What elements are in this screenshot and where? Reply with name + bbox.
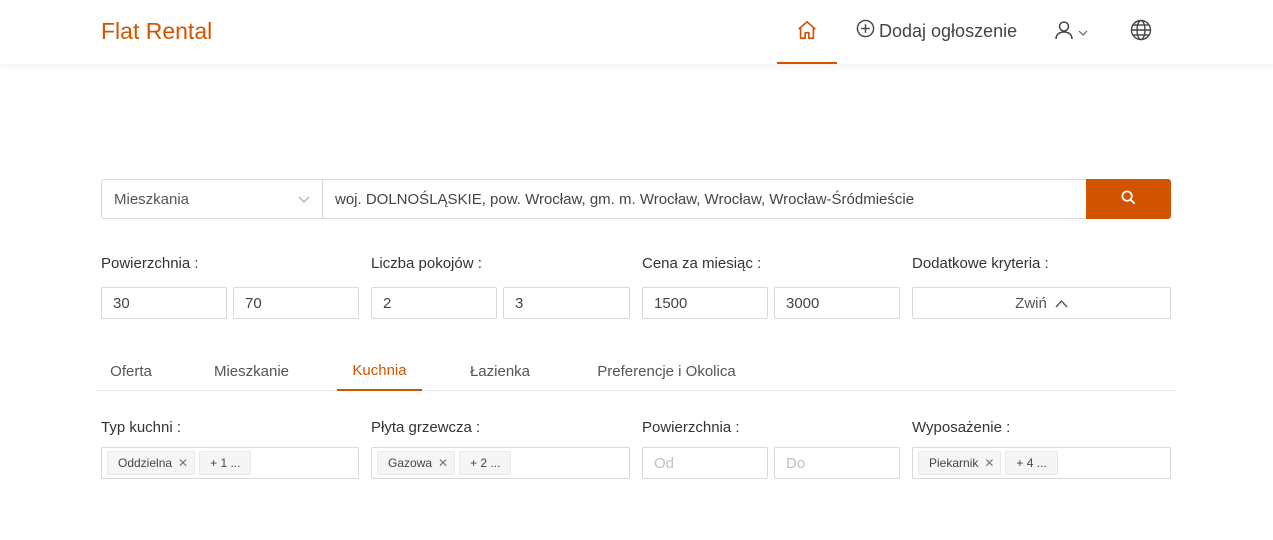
user-menu[interactable] xyxy=(1054,20,1088,43)
chevron-up-icon xyxy=(1055,295,1068,312)
user-icon xyxy=(1054,20,1074,43)
property-type-value: Mieszkania xyxy=(114,190,190,208)
add-listing-label: Dodaj ogłoszenie xyxy=(879,20,1018,41)
nav-home[interactable] xyxy=(777,0,837,64)
globe-icon xyxy=(1130,19,1152,44)
close-icon[interactable]: ✕ xyxy=(178,456,188,470)
kitchen-area-to-input[interactable]: Do xyxy=(774,447,900,479)
kitchen-area-label: Powierzchnia : xyxy=(642,419,740,436)
more-tag[interactable]: + 4 ... xyxy=(1005,451,1058,475)
price-max-input[interactable]: 3000 xyxy=(774,287,900,319)
extra-criteria-label: Dodatkowe kryteria : xyxy=(912,255,1049,272)
equipment-select[interactable]: Piekarnik ✕ + 4 ... xyxy=(912,447,1171,479)
search-icon xyxy=(1121,190,1136,208)
tab-oferta[interactable]: Oferta xyxy=(95,352,167,391)
close-icon[interactable]: ✕ xyxy=(438,456,448,470)
selected-tag: Piekarnik ✕ xyxy=(918,451,1002,475)
stove-select[interactable]: Gazowa ✕ + 2 ... xyxy=(371,447,630,479)
rooms-max-input[interactable]: 3 xyxy=(503,287,630,319)
home-icon xyxy=(796,19,818,44)
app-logo[interactable]: Flat Rental xyxy=(101,18,212,45)
area-max-input[interactable]: 70 xyxy=(233,287,359,319)
tag-label: Oddzielna xyxy=(118,456,173,470)
tab-mieszkanie[interactable]: Mieszkanie xyxy=(201,352,302,391)
tab-preferencje[interactable]: Preferencje i Okolica xyxy=(579,352,754,391)
more-tag[interactable]: + 2 ... xyxy=(459,451,512,475)
tag-label: Piekarnik xyxy=(929,456,979,470)
price-min-input[interactable]: 1500 xyxy=(642,287,768,319)
rooms-min-input[interactable]: 2 xyxy=(371,287,497,319)
equipment-label: Wyposażenie : xyxy=(912,419,1011,436)
tab-kuchnia[interactable]: Kuchnia xyxy=(337,352,422,391)
search-button[interactable] xyxy=(1086,179,1171,219)
collapse-label: Zwiń xyxy=(1015,294,1047,312)
kitchen-area-from-input[interactable]: Od xyxy=(642,447,768,479)
location-value: woj. DOLNOŚLĄSKIE, pow. Wrocław, gm. m. … xyxy=(335,190,915,208)
kitchen-type-label: Typ kuchni : xyxy=(101,419,182,436)
language-switcher[interactable] xyxy=(1130,19,1152,44)
plus-circle-icon xyxy=(856,19,875,43)
more-tag[interactable]: + 1 ... xyxy=(199,451,252,475)
location-input[interactable]: woj. DOLNOŚLĄSKIE, pow. Wrocław, gm. m. … xyxy=(323,179,1087,219)
collapse-button[interactable]: Zwiń xyxy=(912,287,1171,319)
selected-tag: Oddzielna ✕ xyxy=(107,451,196,475)
close-icon[interactable]: ✕ xyxy=(984,456,994,470)
tag-label: Gazowa xyxy=(388,456,433,470)
add-listing-link[interactable]: Dodaj ogłoszenie xyxy=(856,19,1017,43)
selected-tag: Gazowa ✕ xyxy=(377,451,456,475)
area-filter-label: Powierzchnia : xyxy=(101,255,199,272)
kitchen-type-select[interactable]: Oddzielna ✕ + 1 ... xyxy=(101,447,359,479)
tab-lazienka[interactable]: Łazienka xyxy=(455,352,545,391)
chevron-down-icon xyxy=(298,192,310,209)
area-min-input[interactable]: 30 xyxy=(101,287,227,319)
top-navbar: Flat Rental Dodaj ogłoszenie xyxy=(0,0,1273,64)
property-type-select[interactable]: Mieszkania xyxy=(101,179,323,219)
rooms-filter-label: Liczba pokojów : xyxy=(371,255,482,272)
price-filter-label: Cena za miesiąc : xyxy=(642,255,762,272)
criteria-tabs: Oferta Mieszkanie Kuchnia Łazienka Prefe… xyxy=(95,352,1177,391)
stove-label: Płyta grzewcza : xyxy=(371,419,481,436)
chevron-down-icon xyxy=(1078,24,1088,40)
